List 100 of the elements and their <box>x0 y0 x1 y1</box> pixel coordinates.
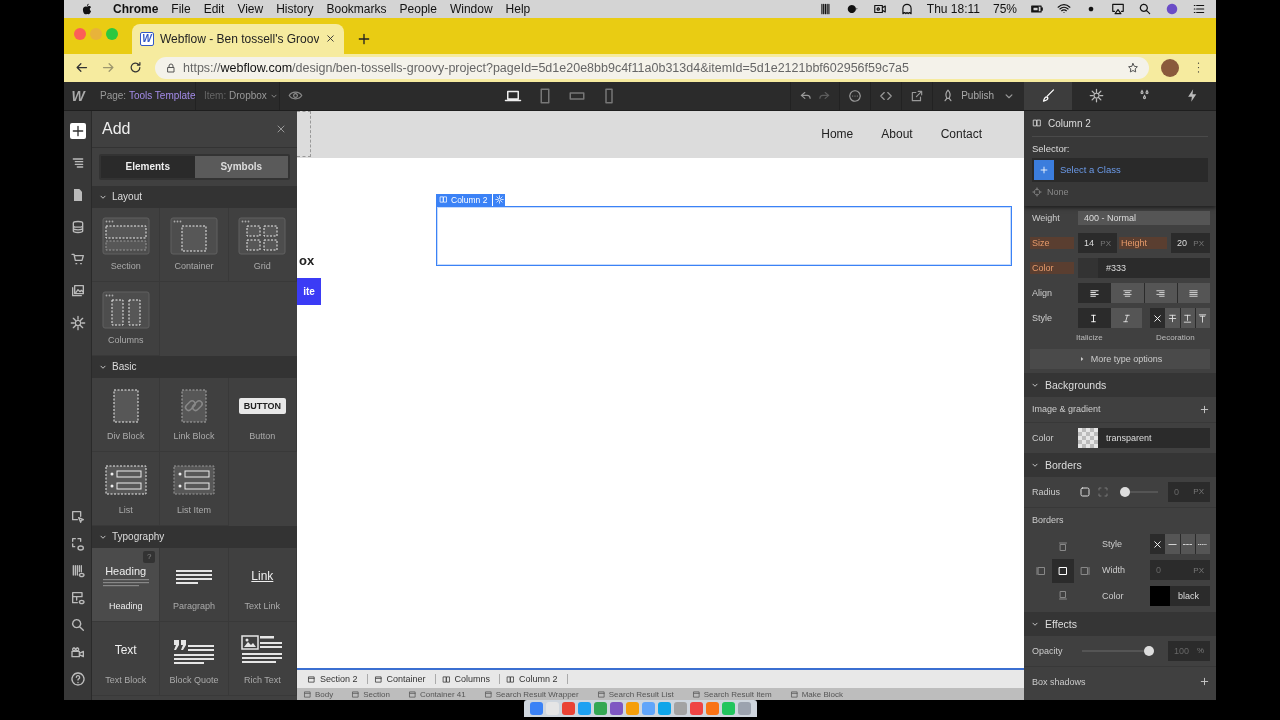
element-tile[interactable]: Columns <box>92 281 161 356</box>
align-button[interactable] <box>1111 283 1144 304</box>
menu-item[interactable]: Bookmarks <box>326 2 387 16</box>
breadcrumb[interactable]: Section <box>345 689 402 699</box>
color-field[interactable]: #333 <box>1078 258 1210 279</box>
siri-icon[interactable] <box>1165 2 1179 16</box>
app-icon[interactable] <box>689 702 703 715</box>
search-icon[interactable] <box>1138 2 1152 16</box>
element-tile[interactable]: Grid <box>228 207 297 282</box>
ghost-icon[interactable] <box>899 2 914 16</box>
video-camera-icon[interactable] <box>872 2 887 16</box>
nav-link[interactable]: Home <box>821 127 854 142</box>
decoration-button[interactable] <box>1180 308 1195 329</box>
element-tile[interactable]: List Item <box>160 451 229 526</box>
plus-icon[interactable] <box>1199 403 1210 415</box>
decoration-button[interactable] <box>1165 308 1180 329</box>
section-header[interactable]: Basic <box>92 355 297 378</box>
section-header[interactable]: Effects <box>1024 611 1216 636</box>
browser-tab[interactable]: W Webflow - Ben tossell's Groov <box>132 23 345 54</box>
breadcrumb[interactable]: Container <box>367 674 436 684</box>
line-height-field[interactable]: 20 PX <box>1171 233 1210 254</box>
breadcrumb[interactable]: Container 41 <box>401 689 478 699</box>
section-header[interactable]: Typography <box>92 525 297 548</box>
element-tile[interactable]: Container <box>160 207 229 282</box>
section-header[interactable]: Borders <box>1024 452 1216 477</box>
more-options-button[interactable]: More type options <box>1030 348 1210 369</box>
element-tile[interactable]: List <box>92 451 161 526</box>
battery-icon[interactable] <box>1030 2 1044 16</box>
element-tag[interactable]: Column 2 <box>436 193 493 206</box>
app-icon[interactable] <box>609 702 623 715</box>
menu-item[interactable]: Chrome <box>113 2 159 16</box>
menu-item[interactable]: File <box>171 2 191 16</box>
menu-item[interactable]: Window <box>449 2 493 16</box>
element-tile[interactable]: Block Quote <box>160 621 229 696</box>
decoration-button[interactable] <box>1195 308 1210 329</box>
item-selector[interactable]: Item: Dropbox <box>196 81 280 110</box>
menu-item[interactable]: People <box>399 2 437 16</box>
app-icon[interactable] <box>561 702 575 715</box>
border-style-button[interactable] <box>1180 534 1195 555</box>
section-header[interactable]: Backgrounds <box>1024 372 1216 397</box>
settings-button[interactable] <box>493 193 506 206</box>
selected-column[interactable] <box>436 205 1012 266</box>
logo[interactable]: W <box>64 87 92 104</box>
breadcrumb[interactable]: Search Result Item <box>685 689 784 699</box>
slider-thumb[interactable] <box>1120 486 1130 497</box>
breadcrumb[interactable]: Section 2 <box>301 674 368 684</box>
site-button[interactable]: ite <box>297 277 321 305</box>
apple-icon[interactable] <box>80 2 94 16</box>
menu-item[interactable]: View <box>237 2 264 16</box>
element-tile[interactable]: BUTTON Button <box>228 377 297 452</box>
export-icon[interactable] <box>910 88 925 103</box>
list-icon[interactable] <box>1192 2 1206 16</box>
border-side-button[interactable] <box>1052 558 1074 583</box>
class-selector-field[interactable]: Select a Class <box>1032 157 1208 182</box>
weight-dropdown[interactable]: 400 - Normal <box>1078 211 1210 226</box>
avatar[interactable] <box>1161 58 1179 77</box>
record-icon[interactable] <box>845 2 860 16</box>
bars-icon[interactable] <box>818 2 833 16</box>
element-tile[interactable]: Paragraph <box>160 547 229 622</box>
color-field[interactable]: transparent <box>1078 427 1210 448</box>
breadcrumb[interactable]: Column 2 <box>500 674 568 684</box>
element-tile[interactable]: Rich Text <box>228 621 297 696</box>
slider-thumb[interactable] <box>1144 645 1154 656</box>
page-selector[interactable]: Page: Tools Template <box>92 81 196 110</box>
panel-tab[interactable] <box>1024 81 1072 110</box>
tab[interactable]: Symbols <box>194 155 288 178</box>
element-tile[interactable]: Section <box>92 207 161 282</box>
close-icon[interactable] <box>325 33 337 45</box>
element-tile[interactable]: Text Text Block <box>92 621 161 696</box>
italic-toggle[interactable] <box>1110 308 1142 329</box>
airplay-icon[interactable] <box>1111 2 1125 16</box>
align-button[interactable] <box>1144 283 1177 304</box>
clock[interactable]: Thu 18:11 <box>926 2 980 16</box>
breadcrumb[interactable]: Body <box>297 689 346 699</box>
wifi-icon[interactable] <box>1057 2 1071 16</box>
breadcrumb[interactable]: Columns <box>435 674 501 684</box>
element-tile[interactable]: Div Block <box>92 377 161 452</box>
nav-link[interactable]: Contact <box>940 127 982 142</box>
size-field[interactable]: 14 PX <box>1078 233 1117 254</box>
breadcrumb[interactable]: Make Block <box>783 689 856 699</box>
menu-item[interactable]: Edit <box>203 2 225 16</box>
align-button[interactable] <box>1177 283 1210 304</box>
breadcrumb[interactable]: Search Result List <box>590 689 686 699</box>
section-header[interactable]: Layout <box>92 185 297 208</box>
nav-link[interactable]: About <box>881 127 913 142</box>
border-style-button[interactable] <box>1165 534 1180 555</box>
star-icon[interactable] <box>1127 61 1139 74</box>
breadcrumb[interactable]: Search Result Wrapper <box>477 689 591 699</box>
tab[interactable]: Elements <box>101 155 195 178</box>
menu-item[interactable]: History <box>276 2 314 16</box>
color-field[interactable]: black <box>1150 586 1210 607</box>
address-field[interactable]: https://webflow.com/design/ben-tossells-groovy-project?pageId=5d1e20e8bb9c4f11a0b313d4&itemId=5d1e2121bbf602956f59c7a5 <box>155 56 1149 79</box>
element-tile[interactable]: ? Heading Heading <box>92 547 161 622</box>
help-badge[interactable]: ? <box>143 550 156 563</box>
radius-mode-button[interactable] <box>1078 484 1092 499</box>
more-icon[interactable] <box>848 88 863 103</box>
element-tile[interactable]: Link Block <box>160 377 229 452</box>
plus-icon[interactable] <box>1199 676 1210 688</box>
menu-item[interactable]: Help <box>505 2 531 16</box>
app-icon[interactable] <box>529 702 543 715</box>
